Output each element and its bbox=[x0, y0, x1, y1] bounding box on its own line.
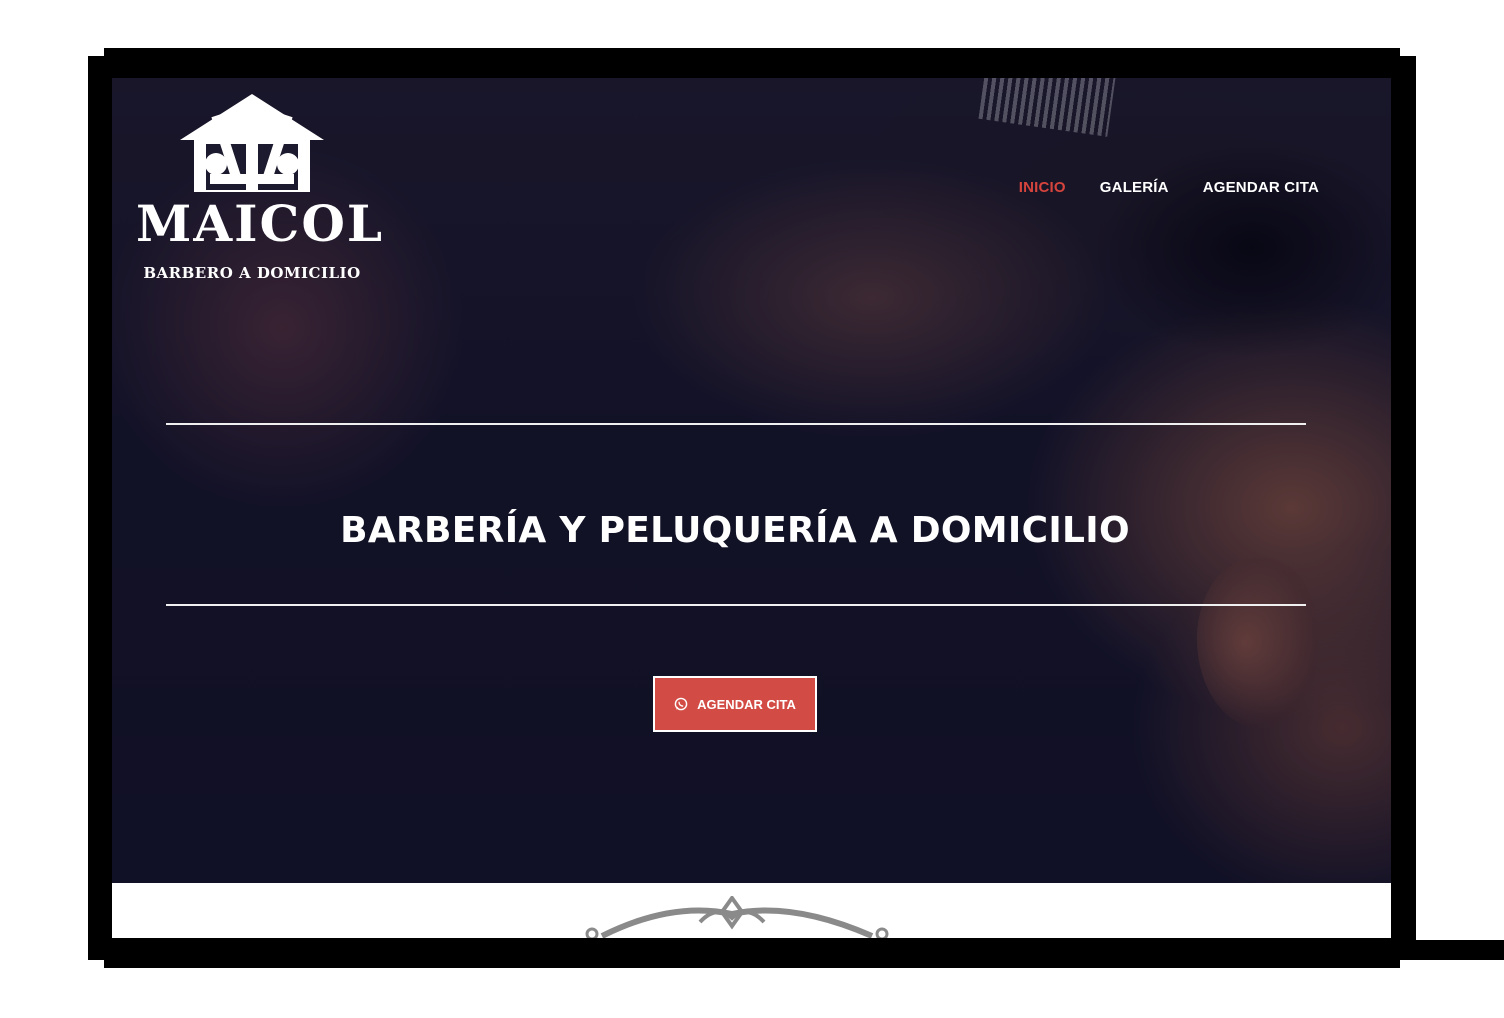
frame-shadow-edge bbox=[1400, 940, 1504, 960]
logo-brand-name: MAICOL bbox=[136, 194, 385, 253]
nav-item-galeria[interactable]: GALERÍA bbox=[1100, 179, 1169, 196]
decorative-ornament-icon bbox=[585, 896, 889, 938]
hero-headline: BARBERÍA Y PELUQUERÍA A DOMICILIO bbox=[340, 510, 1130, 552]
logo-tagline: BARBERO A DOMICILIO bbox=[143, 264, 361, 282]
browser-viewport: MAICOL BARBERO A DOMICILIO INICIO GALERÍ… bbox=[112, 78, 1391, 938]
hero-section: MAICOL BARBERO A DOMICILIO INICIO GALERÍ… bbox=[112, 78, 1391, 883]
main-nav: INICIO GALERÍA AGENDAR CITA bbox=[1019, 179, 1319, 196]
agendar-cita-button-label: AGENDAR CITA bbox=[697, 696, 796, 712]
agendar-cita-button[interactable]: AGENDAR CITA bbox=[653, 676, 817, 732]
barber-house-logo-icon bbox=[180, 94, 324, 192]
whatsapp-icon bbox=[674, 697, 688, 711]
divider-top bbox=[166, 423, 1306, 425]
divider-bottom bbox=[166, 604, 1306, 606]
nav-item-inicio[interactable]: INICIO bbox=[1019, 179, 1066, 196]
site-logo[interactable]: MAICOL BARBERO A DOMICILIO bbox=[136, 92, 385, 292]
nav-item-agendar-cita[interactable]: AGENDAR CITA bbox=[1203, 179, 1319, 196]
